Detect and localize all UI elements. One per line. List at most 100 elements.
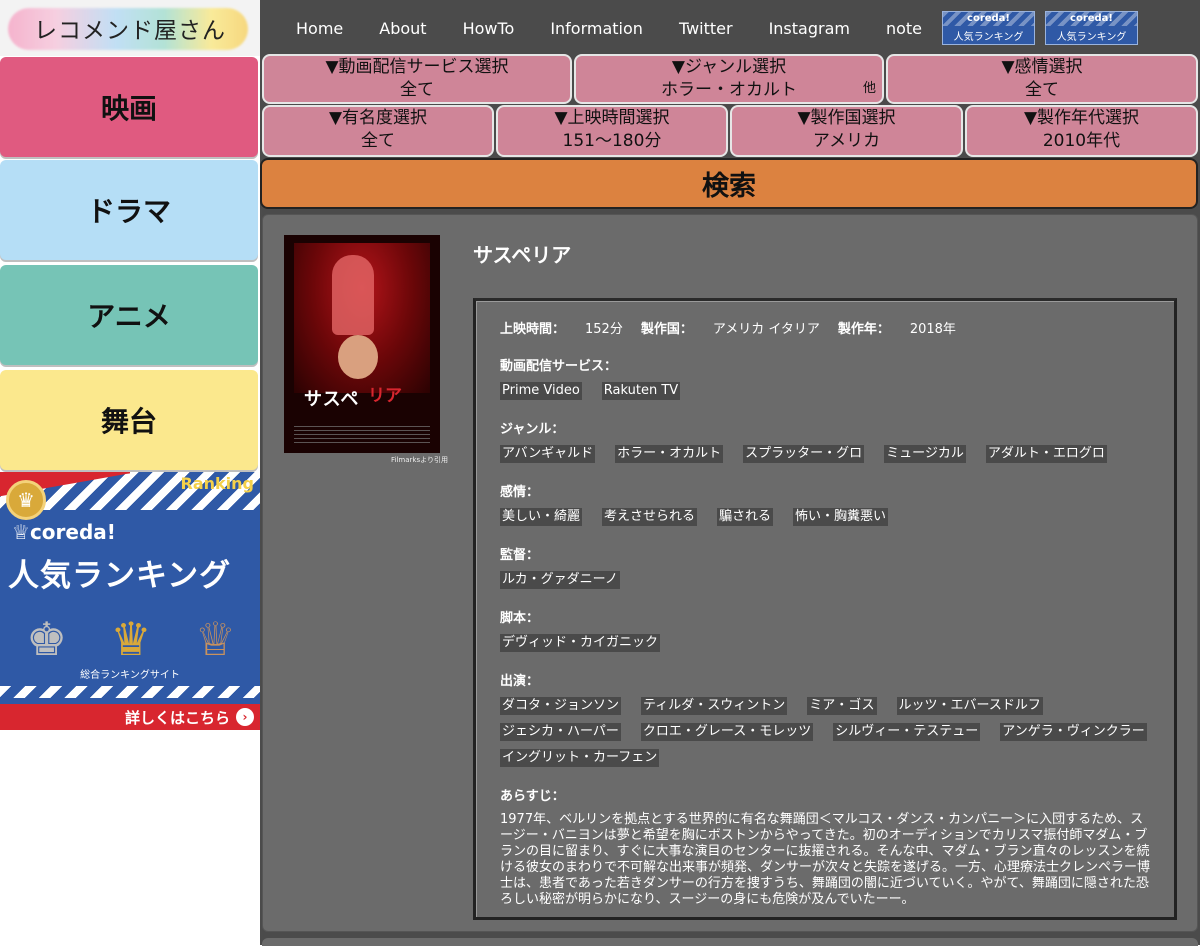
filter-runtime-value: 151〜180分 xyxy=(562,131,662,151)
country-label: 製作国： xyxy=(640,321,693,337)
movie-card: サスペ リア Filmarksより引用 サスペリア 上映時間： 152分 製作国… xyxy=(262,214,1198,932)
poster-credit: Filmarksより引用 xyxy=(391,456,448,464)
filter-genre[interactable]: ▼ジャンル選択 ホラー・オカルト 他 xyxy=(574,54,884,104)
search-button[interactable]: 検索 xyxy=(260,158,1198,209)
filter-runtime[interactable]: ▼上映時間選択 151〜180分 xyxy=(496,105,728,157)
year-label: 製作年： xyxy=(837,321,890,337)
mini-banner-label: 人気ランキング xyxy=(1056,32,1127,43)
silver-crown-icon: ♚ xyxy=(26,612,68,666)
poster-title: サスペ xyxy=(304,389,360,410)
genre-tag[interactable]: ミュージカル xyxy=(884,445,966,463)
category-stage-button[interactable]: 舞台 xyxy=(0,370,258,470)
director-tag[interactable]: ルカ・グァダニーノ xyxy=(500,571,620,589)
filter-era-label: ▼製作年代選択 xyxy=(1023,108,1140,128)
banner-ranking-tag: Ranking xyxy=(180,474,254,493)
cast-tag[interactable]: ルッツ・エバースドルフ xyxy=(896,697,1043,715)
cast-tags: ダコタ・ジョンソン ティルダ・スウィントン ミア・ゴス ルッツ・エバースドルフ … xyxy=(500,697,1150,767)
emotion-tag[interactable]: 美しい・綺麗 xyxy=(500,508,583,526)
logo-text: レコメンド屋さん xyxy=(34,18,226,44)
cast-tag[interactable]: ティルダ・スウィントン xyxy=(641,697,788,715)
nav-twitter[interactable]: Twitter xyxy=(679,19,733,38)
filter-era[interactable]: ▼製作年代選択 2010年代 xyxy=(965,105,1198,157)
cast-tag[interactable]: ダコタ・ジョンソン xyxy=(500,697,622,715)
filter-era-value: 2010年代 xyxy=(1042,131,1121,151)
poster-title-red: リア xyxy=(368,386,402,406)
bronze-crown-icon: ♕ xyxy=(194,612,236,666)
emotion-tag[interactable]: 騙される xyxy=(717,508,774,526)
synopsis-label: あらすじ： xyxy=(500,789,565,804)
emotion-tags: 美しい・綺麗 考えさせられる 騙される 怖い・胸糞悪い xyxy=(500,508,1150,526)
banner-detail-link[interactable]: 詳しくはこちら › xyxy=(0,704,260,730)
streaming-section: 動画配信サービス： Prime Video Rakuten TV xyxy=(500,355,1150,400)
banner-stripe-bottom xyxy=(0,686,260,698)
director-tags: ルカ・グァダニーノ xyxy=(500,571,1150,589)
nav-about[interactable]: About xyxy=(379,19,426,38)
mini-banner-label: 人気ランキング xyxy=(953,32,1024,43)
writer-tags: デヴィッド・カイガニック xyxy=(500,634,1150,652)
cast-tag[interactable]: ジェシカ・ハーパー xyxy=(500,723,621,741)
cast-tag[interactable]: ミア・ゴス xyxy=(807,697,877,715)
streaming-tag[interactable]: Rakuten TV xyxy=(601,382,681,400)
movie-info-box: 上映時間： 152分 製作国： アメリカ イタリア 製作年： 2018年 動画配… xyxy=(473,298,1177,920)
emotion-tag[interactable]: 考えさせられる xyxy=(602,508,698,526)
filter-popularity[interactable]: ▼有名度選択 全て xyxy=(262,105,494,157)
ranking-mini-banner-2[interactable]: coreda! 人気ランキング xyxy=(1045,11,1139,45)
genre-section: ジャンル： アバンギャルド ホラー・オカルト スプラッター・グロ ミュージカル … xyxy=(500,418,1150,463)
filter-country[interactable]: ▼製作国選択 アメリカ xyxy=(730,105,963,157)
nav-howto[interactable]: HowTo xyxy=(463,19,515,38)
synopsis-section: あらすじ： 1977年、ベルリンを拠点とする世界的に有名な舞踊団＜マルコス・ダン… xyxy=(500,785,1150,908)
ranking-mini-banner-1[interactable]: coreda! 人気ランキング xyxy=(942,11,1036,45)
filter-genre-label: ▼ジャンル選択 xyxy=(671,57,787,77)
filter-runtime-label: ▼上映時間選択 xyxy=(554,108,670,128)
emotion-tag[interactable]: 怖い・胸糞悪い xyxy=(793,508,889,526)
filter-genre-other: 他 xyxy=(862,81,876,96)
filter-country-label: ▼製作国選択 xyxy=(797,108,896,128)
genre-tag[interactable]: ホラー・オカルト xyxy=(615,445,724,463)
mini-banner-brand: coreda! xyxy=(1046,12,1138,26)
cast-tag[interactable]: クロエ・グレース・モレッツ xyxy=(640,723,814,741)
poster-figure xyxy=(332,255,374,335)
crown-small-icon: ♕ xyxy=(12,520,30,544)
writer-label: 脚本： xyxy=(500,611,540,626)
streaming-tag[interactable]: Prime Video xyxy=(500,382,582,400)
nav-note[interactable]: note xyxy=(886,19,922,38)
site-logo[interactable]: レコメンド屋さん xyxy=(0,0,260,56)
cast-tag[interactable]: イングリット・カーフェン xyxy=(500,749,660,767)
director-section: 監督： ルカ・グァダニーノ xyxy=(500,544,1150,589)
filter-popularity-label: ▼有名度選択 xyxy=(328,108,428,128)
nav-instagram[interactable]: Instagram xyxy=(769,19,850,38)
nav-home[interactable]: Home xyxy=(296,19,343,38)
banner-crowns: ♚ ♛ ♕ xyxy=(26,598,236,662)
cast-section: 出演： ダコタ・ジョンソン ティルダ・スウィントン ミア・ゴス ルッツ・エバース… xyxy=(500,670,1150,767)
filter-genre-value: ホラー・オカルト xyxy=(661,80,797,100)
filter-streaming[interactable]: ▼動画配信サービス選択 全て xyxy=(262,54,572,104)
streaming-tags: Prime Video Rakuten TV xyxy=(500,382,1150,400)
category-drama-button[interactable]: ドラマ xyxy=(0,160,258,260)
genre-tag[interactable]: スプラッター・グロ xyxy=(743,445,865,463)
gold-crown-icon: ♛ xyxy=(110,612,152,666)
writer-tag[interactable]: デヴィッド・カイガニック xyxy=(500,634,661,652)
runtime-label: 上映時間： xyxy=(500,321,566,337)
poster-credits-block xyxy=(294,425,430,443)
movie-poster[interactable]: サスペ リア xyxy=(284,235,440,453)
banner-detail-text: 詳しくはこちら xyxy=(124,708,230,727)
year-value: 2018年 xyxy=(909,321,956,337)
cast-tag[interactable]: アンゲラ・ヴィンクラー xyxy=(1000,723,1147,741)
top-nav: Home About HowTo Information Twitter Ins… xyxy=(260,0,1200,56)
banner-brand-text: coreda! xyxy=(29,520,116,544)
banner-brand: ♕coreda! xyxy=(12,520,116,544)
movie-title: サスペリア xyxy=(473,243,572,267)
category-movie-button[interactable]: 映画 xyxy=(0,57,258,157)
genre-tag[interactable]: アバンギャルド xyxy=(500,445,596,463)
cast-tag[interactable]: シルヴィー・テステュー xyxy=(833,723,981,741)
arrow-right-icon: › xyxy=(236,708,254,726)
ranking-banner[interactable]: ♛ Ranking ♕coreda! 人気ランキング ♚ ♛ ♕ 総合ランキング… xyxy=(0,472,260,730)
filter-emotion[interactable]: ▼感情選択 全て xyxy=(886,54,1198,104)
category-anime-button[interactable]: アニメ xyxy=(0,265,258,365)
poster-face xyxy=(338,335,378,379)
emotion-section: 感情： 美しい・綺麗 考えさせられる 騙される 怖い・胸糞悪い xyxy=(500,481,1150,526)
genre-tag[interactable]: アダルト・エログロ xyxy=(985,445,1107,463)
nav-information[interactable]: Information xyxy=(550,19,643,38)
filter-streaming-value: 全て xyxy=(400,80,434,100)
synopsis-text: 1977年、ベルリンを拠点とする世界的に有名な舞踊団＜マルコス・ダンス・カンパニ… xyxy=(500,812,1151,907)
